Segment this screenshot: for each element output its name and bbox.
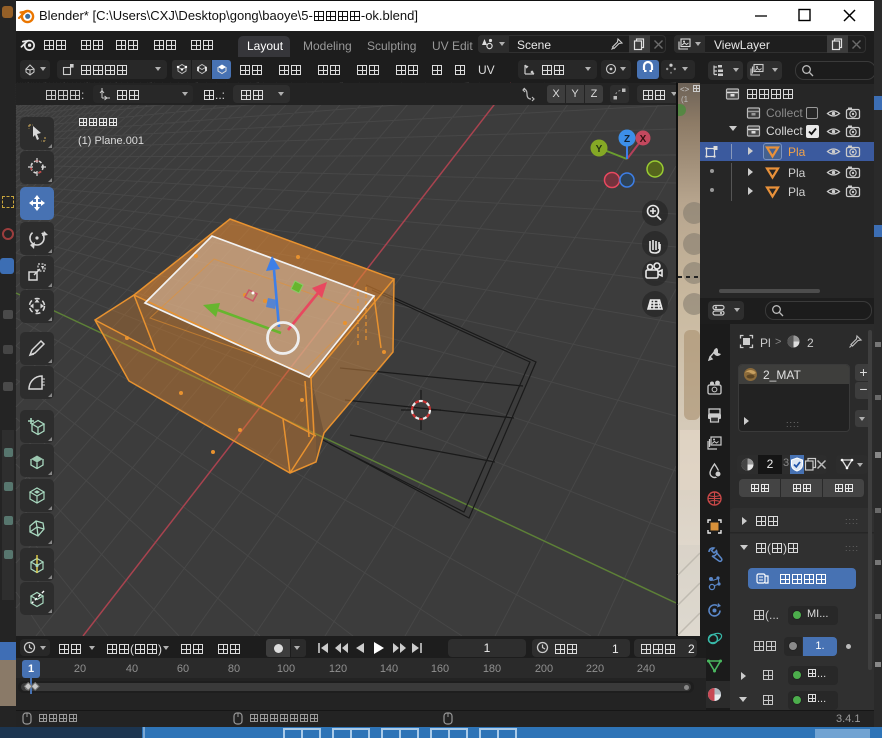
- svg-text:Z: Z: [624, 134, 630, 145]
- svg-text:X: X: [640, 134, 647, 145]
- svg-text:Y: Y: [596, 144, 603, 155]
